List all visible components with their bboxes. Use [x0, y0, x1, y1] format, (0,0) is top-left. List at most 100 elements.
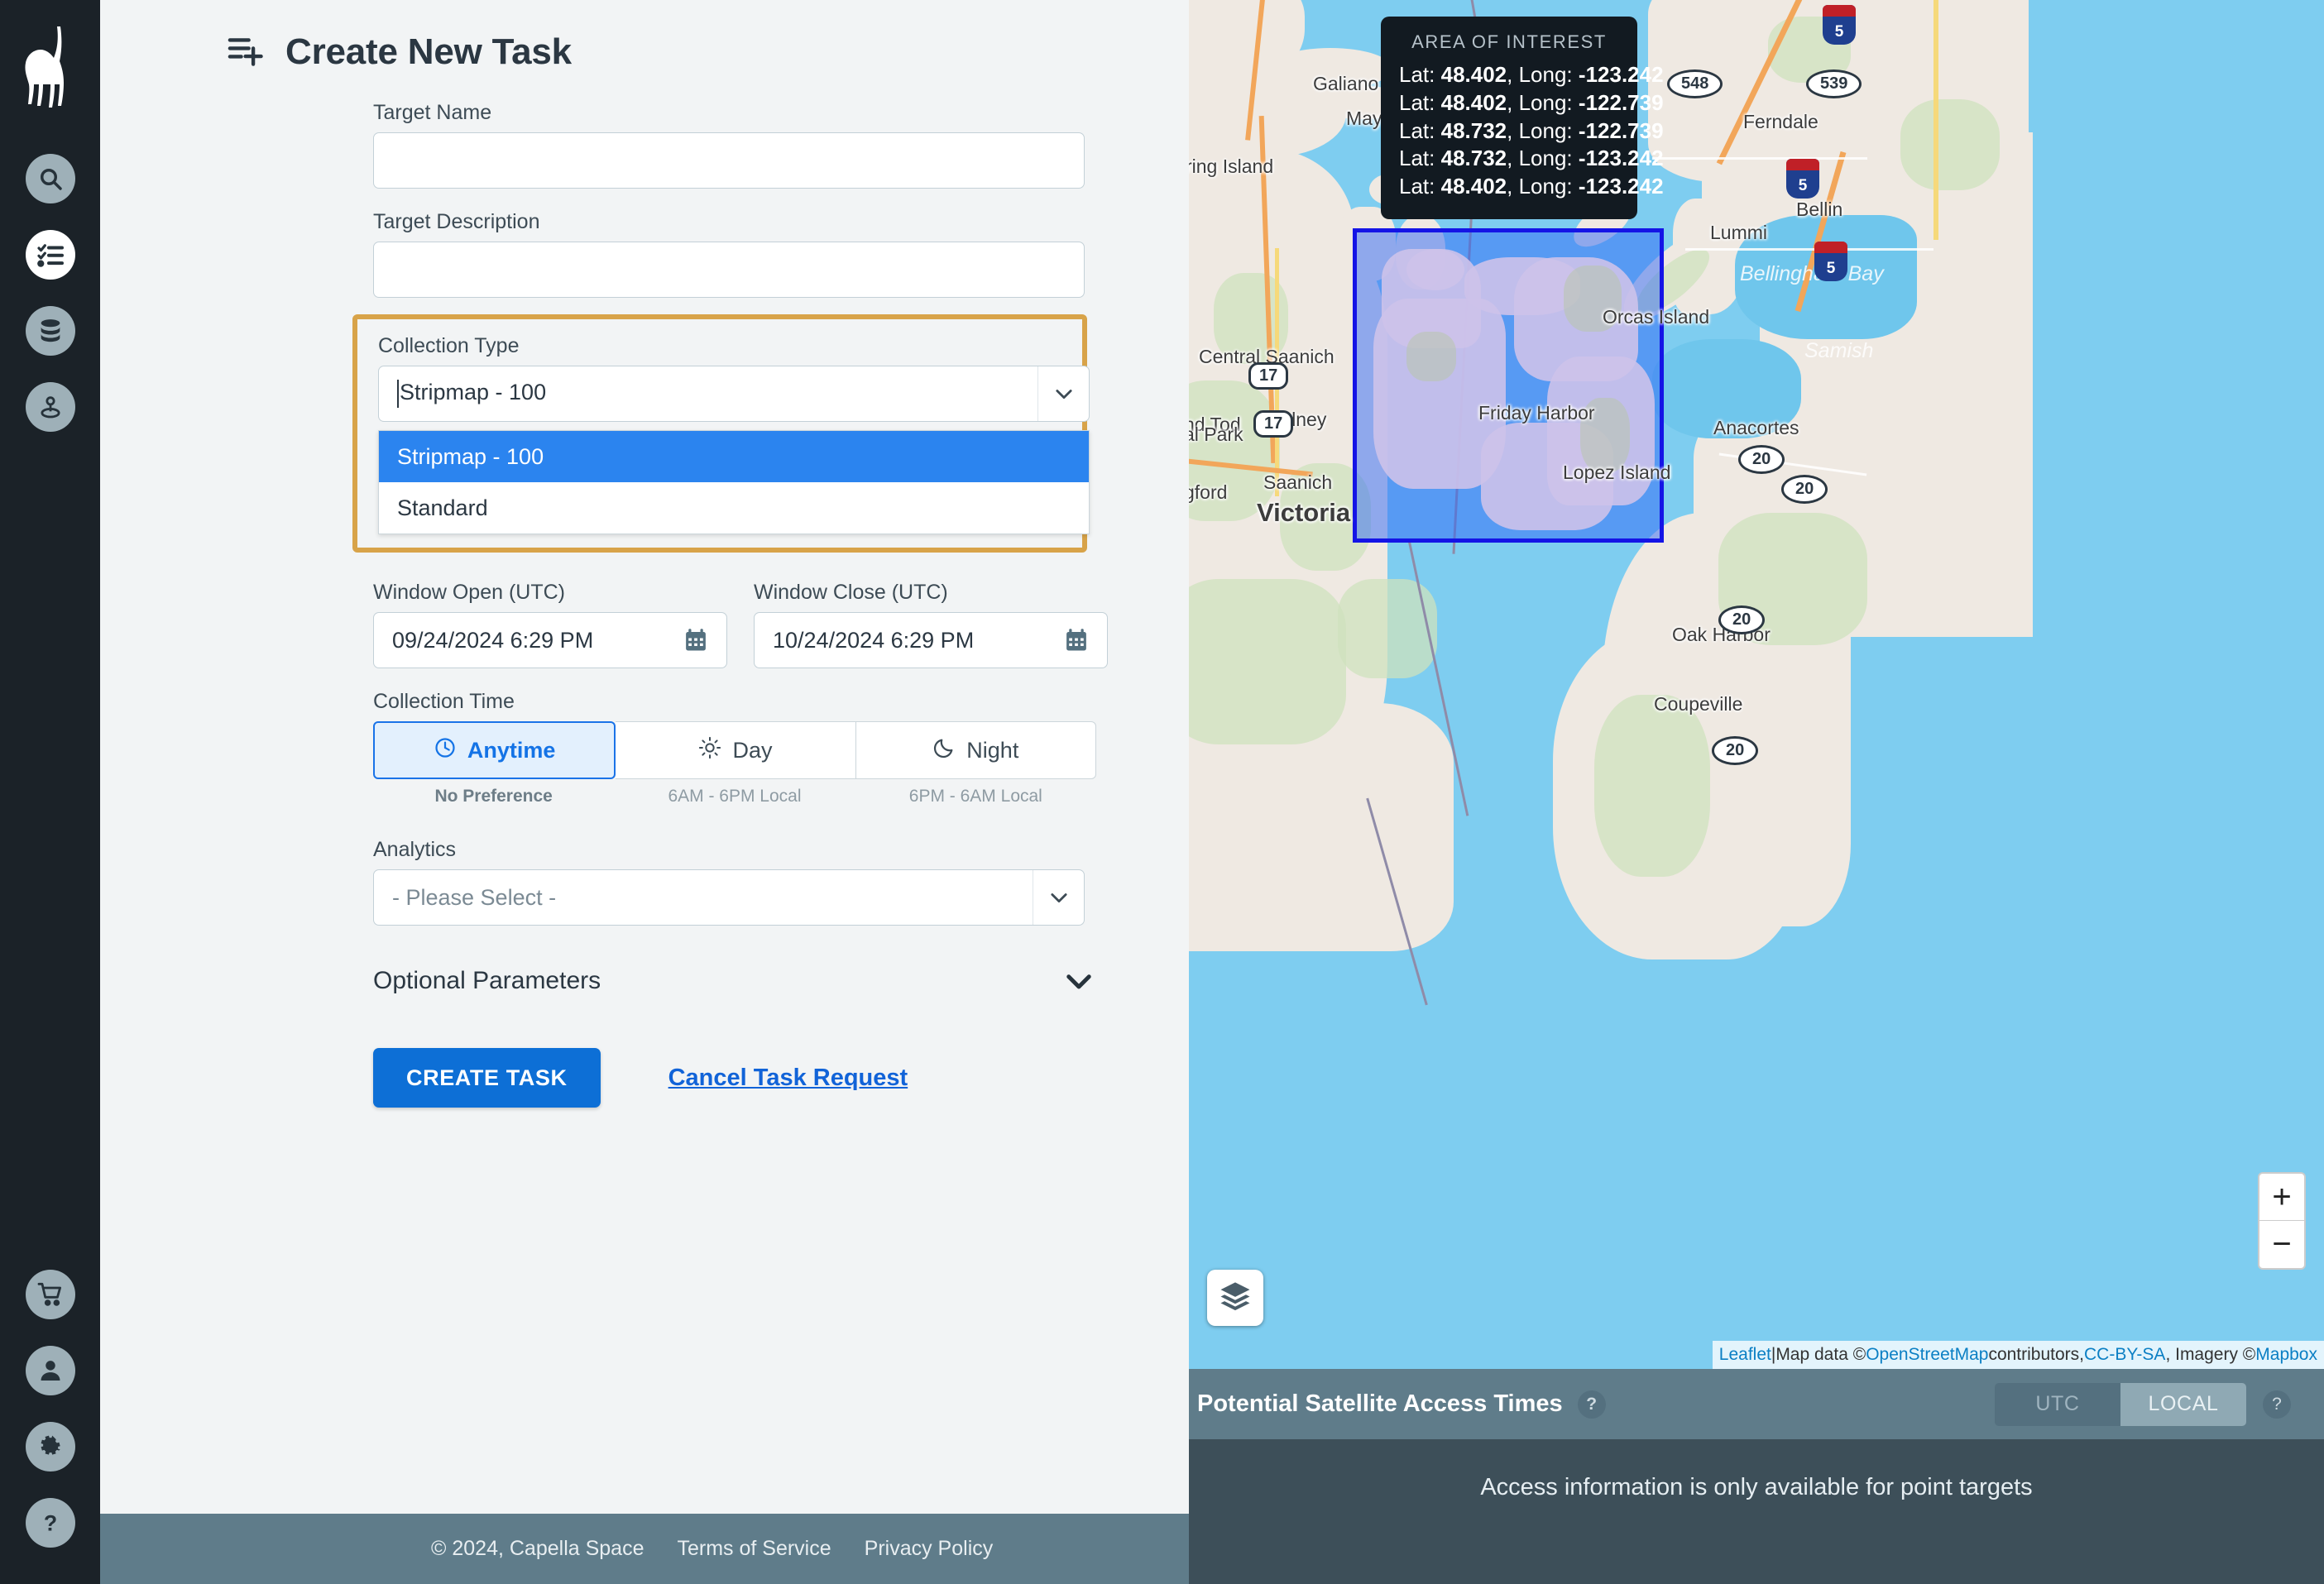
interstate-shield-5b: 5 — [1786, 159, 1819, 199]
map-zoom-control: + − — [2258, 1172, 2306, 1270]
page-title: Create New Task — [285, 31, 572, 72]
collection-type-option-stripmap[interactable]: Stripmap - 100 — [379, 431, 1089, 482]
license-link[interactable]: CC-BY-SA — [2084, 1345, 2165, 1365]
analytics-value: - Please Select - — [392, 884, 557, 910]
leaflet-link[interactable]: Leaflet — [1719, 1345, 1771, 1365]
interstate-shield-5a: 5 — [1823, 5, 1856, 45]
collection-type-select[interactable]: Stripmap - 100 — [378, 366, 1090, 422]
sidebar-item-help[interactable]: ? — [25, 1498, 75, 1548]
zoom-in-button[interactable]: + — [2259, 1174, 2304, 1221]
lat-label: Lat: — [1399, 89, 1435, 115]
attrib-contributors: contributors, — [1988, 1345, 2085, 1364]
sidebar-item-settings[interactable] — [25, 1422, 75, 1472]
sun-icon — [698, 736, 721, 765]
optional-parameters-toggle[interactable]: Optional Parameters — [373, 964, 1096, 998]
window-close-input[interactable]: 10/24/2024 6:29 PM — [754, 612, 1108, 668]
map-label-lopez-island: Lopez Island — [1563, 462, 1671, 483]
sidebar-item-search[interactable] — [25, 154, 75, 203]
interstate-shield-5c: 5 — [1814, 242, 1847, 281]
mapbox-link[interactable]: Mapbox — [2255, 1345, 2317, 1365]
map-label-lummi: Lummi — [1710, 222, 1768, 243]
map-layers-button[interactable] — [1207, 1270, 1263, 1326]
long-value: -123.242 — [1578, 174, 1664, 199]
attrib-imagery: , Imagery © — [2165, 1345, 2256, 1364]
map-label-anacortes: Anacortes — [1713, 417, 1799, 438]
tooltip-coord-row: Lat: 48.402, Long: -122.739 — [1399, 89, 1664, 115]
cancel-task-request-link[interactable]: Cancel Task Request — [668, 1065, 908, 1092]
lat-value: 48.732 — [1440, 146, 1507, 171]
long-value: -123.242 — [1578, 62, 1664, 87]
calendar-icon[interactable] — [1064, 628, 1089, 653]
satellite-access-body: Access information is only available for… — [1189, 1439, 2324, 1584]
analytics-select[interactable]: - Please Select - — [373, 869, 1085, 926]
question-mark-icon[interactable]: ? — [2263, 1390, 2291, 1419]
access-panel-title: Potential Satellite Access Times — [1197, 1390, 1563, 1417]
leaflet-map[interactable]: Galiano Mayne ring Island Sidney Central… — [1189, 0, 2324, 1369]
tooltip-coord-row: Lat: 48.402, Long: -123.242 — [1399, 62, 1664, 87]
add-task-icon — [228, 36, 264, 69]
long-value: -122.739 — [1578, 117, 1664, 143]
footer-copyright: © 2024, Capella Space — [431, 1537, 644, 1560]
timezone-toggle: UTC LOCAL ? — [1995, 1382, 2291, 1426]
tooltip-coord-row: Lat: 48.402, Long: -123.242 — [1399, 174, 1664, 199]
access-title-group: Potential Satellite Access Times ? — [1197, 1390, 1606, 1419]
collection-type-label: Collection Type — [378, 334, 520, 357]
map-label-bellingham: Bellin — [1796, 199, 1843, 220]
target-description-input[interactable] — [373, 242, 1085, 298]
lat-value: 48.402 — [1440, 62, 1507, 87]
collection-time-option-anytime[interactable]: Anytime — [373, 721, 616, 779]
gear-icon — [37, 1433, 64, 1460]
sidebar-item-tasks[interactable] — [25, 230, 75, 280]
collection-time-sub-anytime: No Preference — [434, 787, 553, 806]
create-task-button[interactable]: CREATE TASK — [373, 1048, 601, 1108]
route-shield-20c: 20 — [1718, 605, 1766, 634]
collection-time-option-day[interactable]: Day — [616, 721, 856, 779]
create-task-panel: Create New Task Target Name Target Descr… — [100, 0, 1189, 1584]
collection-time-sub-night: 6PM - 6AM Local — [908, 787, 1042, 806]
question-mark-icon: ? — [37, 1510, 64, 1536]
osm-link[interactable]: OpenStreetMap — [1866, 1345, 1988, 1365]
map-label-galiano: Galiano — [1313, 73, 1379, 94]
footer-privacy-link[interactable]: Privacy Policy — [865, 1537, 994, 1561]
calendar-icon[interactable] — [683, 628, 708, 653]
timezone-toggle-local[interactable]: LOCAL — [2120, 1382, 2246, 1426]
collection-type-option-standard[interactable]: Standard — [379, 482, 1089, 534]
chevron-down-icon[interactable] — [1033, 870, 1084, 925]
route-shield-20d: 20 — [1712, 736, 1759, 765]
map-label-victoria: Victoria — [1257, 498, 1351, 527]
target-name-field-group: Target Name — [373, 101, 1189, 189]
collection-time-option-night[interactable]: Night — [855, 721, 1096, 779]
collection-type-highlight: Collection Type Stripmap - 100 Stripmap … — [352, 314, 1090, 553]
optional-parameters-label: Optional Parameters — [373, 967, 601, 994]
question-mark-icon[interactable]: ? — [1577, 1390, 1606, 1419]
moon-icon — [932, 736, 956, 765]
attrib-mapdata: Map data © — [1775, 1345, 1866, 1364]
lat-value: 48.732 — [1440, 117, 1507, 143]
zoom-out-button[interactable]: − — [2259, 1221, 2304, 1268]
area-of-interest-tooltip: AREA OF INTEREST Lat: 48.402, Long: -123… — [1381, 17, 1664, 219]
target-name-label: Target Name — [373, 101, 492, 124]
sidebar-item-account[interactable] — [25, 1346, 75, 1395]
tooltip-coord-row: Lat: 48.732, Long: -122.739 — [1399, 117, 1664, 143]
collection-type-dropdown[interactable]: Stripmap - 100 Standard — [378, 430, 1090, 534]
sidebar-item-archive[interactable] — [25, 306, 75, 356]
sidebar-item-cart[interactable] — [25, 1270, 75, 1319]
area-of-interest-rectangle[interactable] — [1353, 228, 1664, 543]
long-value: -122.739 — [1578, 89, 1664, 115]
target-name-input[interactable] — [373, 132, 1085, 189]
window-open-label: Window Open (UTC) — [373, 581, 565, 604]
collection-time-sub-day: 6AM - 6PM Local — [668, 787, 802, 806]
lat-label: Lat: — [1399, 117, 1435, 143]
window-open-input[interactable]: 09/24/2024 6:29 PM — [373, 612, 727, 668]
timezone-toggle-utc[interactable]: UTC — [1995, 1382, 2120, 1426]
sidebar-item-targets[interactable] — [25, 382, 75, 432]
lat-label: Lat: — [1399, 146, 1435, 171]
long-label: Long: — [1518, 174, 1573, 199]
chevron-down-icon[interactable] — [1037, 366, 1089, 421]
lat-value: 48.402 — [1440, 174, 1507, 199]
window-close-field-group: Window Close (UTC) 10/24/2024 6:29 PM — [754, 581, 1108, 668]
collection-time-sublabels: No Preference 6AM - 6PM Local 6PM - 6AM … — [373, 787, 1096, 806]
footer-terms-link[interactable]: Terms of Service — [677, 1537, 831, 1561]
footer: © 2024, Capella Space Terms of Service P… — [100, 1514, 1189, 1584]
chevron-down-icon[interactable] — [1061, 964, 1096, 998]
